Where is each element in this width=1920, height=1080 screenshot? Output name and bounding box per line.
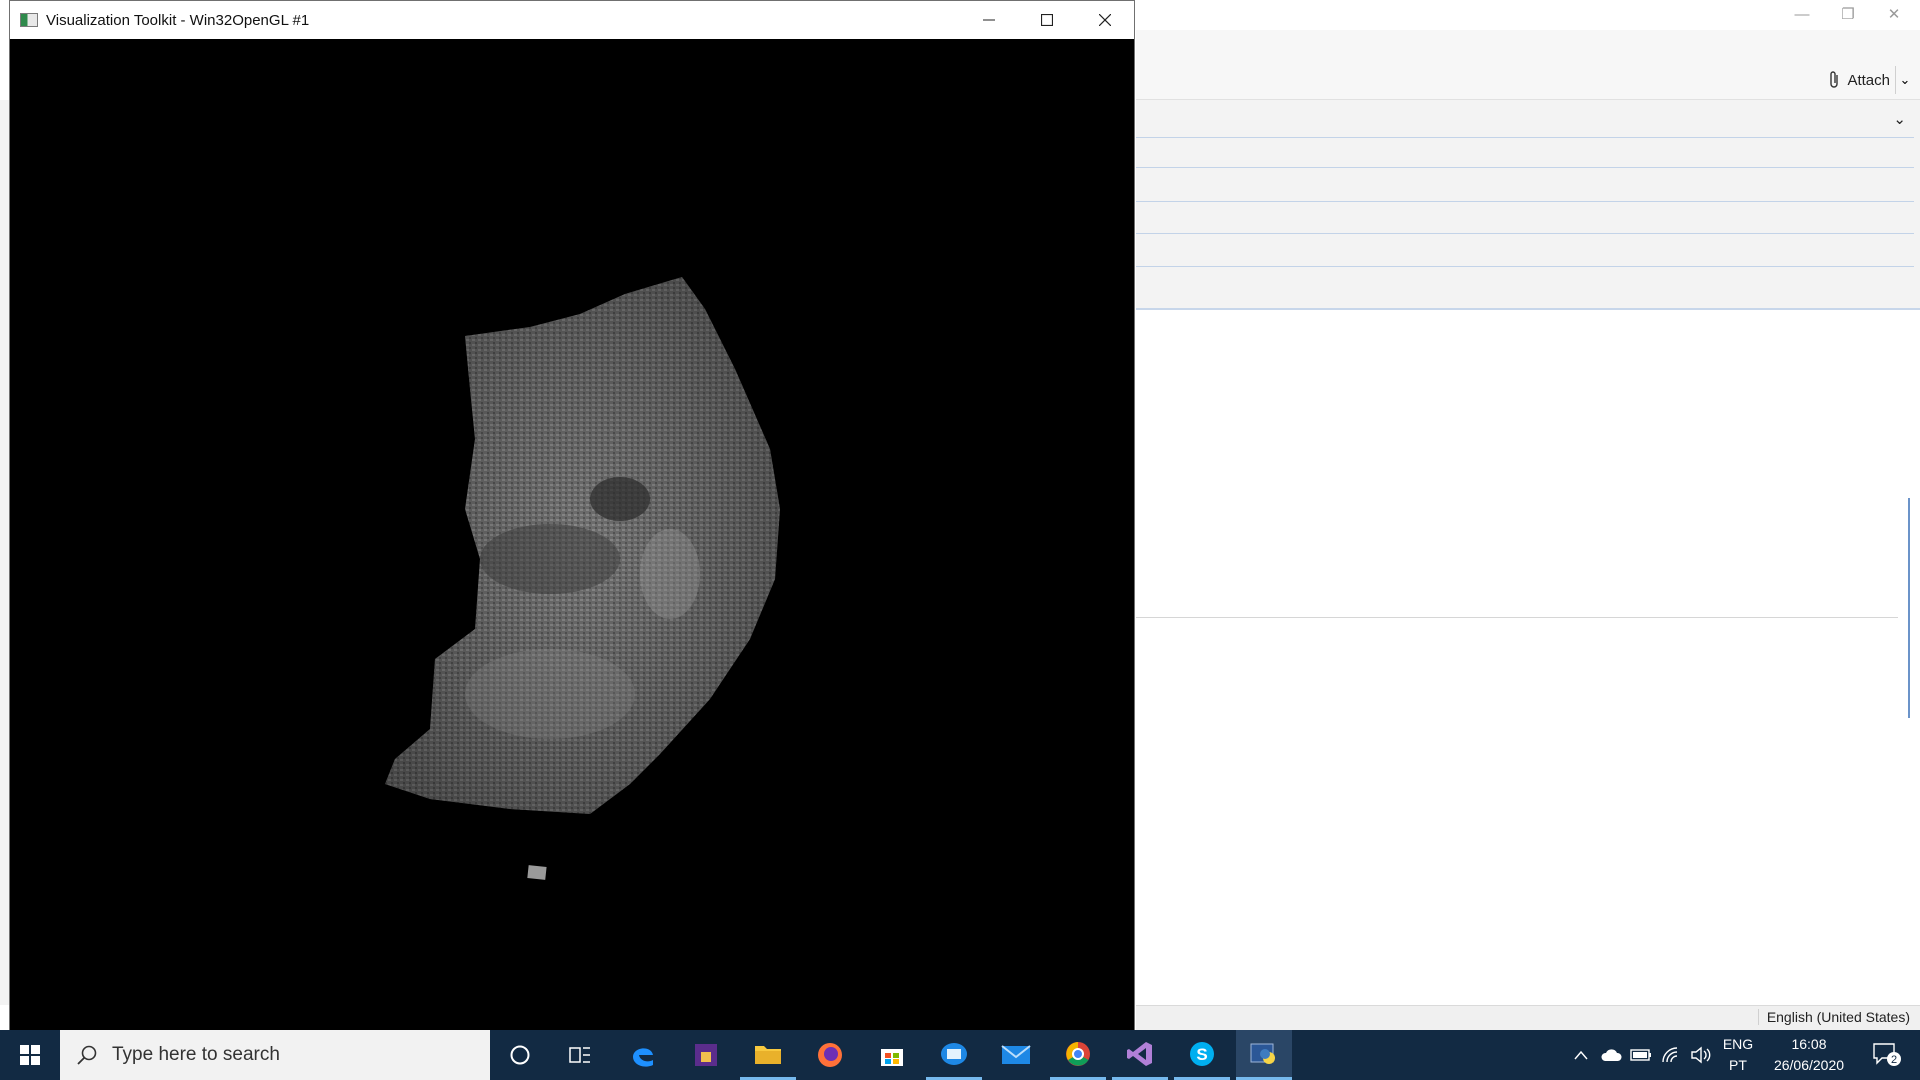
clock-date: 26/06/2020 [1773,1057,1845,1073]
network-tray[interactable] [1658,1030,1684,1080]
field-separator [1136,137,1914,138]
task-view-icon [569,1047,590,1063]
onedrive-tray[interactable] [1598,1030,1624,1080]
show-hidden-icons-button[interactable] [1568,1030,1594,1080]
svg-text:S: S [1196,1045,1207,1064]
python-app-icon [1250,1043,1275,1064]
cortana-button[interactable] [492,1030,548,1080]
taskbar-app-mail[interactable] [988,1030,1044,1080]
input-layout: PT [1729,1057,1747,1073]
taskbar: Type here to search S ENG PT 16:08 26/06… [0,1030,1920,1080]
mail-envelope-icon [1001,1045,1031,1064]
taskbar-app-edge[interactable] [615,1030,671,1080]
store-bag-icon [881,1049,903,1066]
app-purple-icon [695,1044,717,1066]
mesh-render [385,277,780,880]
visual-studio-icon [1127,1041,1152,1066]
field-separator [1136,201,1914,202]
message-body-divider [1136,617,1898,618]
notification-icon: 2 [1873,1043,1901,1066]
start-button[interactable] [0,1030,60,1080]
folder-icon [755,1045,781,1064]
small-mesh-fragment [527,865,547,880]
vtk-app-icon [20,13,38,27]
input-language: ENG [1722,1036,1754,1052]
taskbar-app-skype[interactable]: S [1174,1030,1230,1080]
search-icon [77,1045,97,1065]
language-status[interactable]: English (United States) [1757,1009,1910,1025]
field-separator [1136,266,1914,267]
close-button[interactable] [1076,1,1134,39]
maximize-icon [1041,14,1053,26]
message-header-fields: ⌄ [1136,100,1920,310]
window-title: Visualization Toolkit - Win32OpenGL #1 [46,11,310,29]
status-bar: English (United States) [1136,1005,1920,1031]
edge-browser-icon [633,1048,653,1067]
firefox-icon [818,1043,842,1067]
attach-button[interactable]: Attach [1827,66,1890,94]
cloud-icon [1601,1049,1622,1061]
chevron-up-icon [1574,1050,1588,1060]
render-viewport[interactable] [10,39,1134,1031]
taskbar-app-store[interactable] [864,1030,920,1080]
clock[interactable]: 16:08 26/06/2020 [1766,1034,1852,1076]
background-titlebar: — ❐ ✕ [1136,0,1920,30]
taskbar-app-chrome[interactable] [1050,1030,1106,1080]
vtk-titlebar[interactable]: Visualization Toolkit - Win32OpenGL #1 [10,1,1134,39]
cortana-circle-icon [510,1045,530,1065]
task-view-button[interactable] [552,1030,608,1080]
skype-icon: S [1190,1041,1214,1066]
vtk-render-window[interactable]: Visualization Toolkit - Win32OpenGL #1 [9,0,1135,1031]
attach-label: Attach [1847,71,1890,89]
volume-tray[interactable] [1688,1030,1714,1080]
bg-minimize-icon[interactable]: — [1782,4,1822,26]
chrome-icon [1066,1041,1090,1066]
taskbar-app-firefox[interactable] [802,1030,858,1080]
taskbar-app-file-explorer[interactable] [740,1030,796,1080]
field-separator [1136,167,1914,168]
taskbar-app-visual-studio[interactable] [1112,1030,1168,1080]
bg-restore-icon[interactable]: ❐ [1828,4,1868,26]
field-separator [1136,233,1914,234]
minimize-button[interactable] [960,1,1018,39]
notification-count: 2 [1891,1054,1897,1066]
clock-time: 16:08 [1791,1036,1827,1052]
taskbar-app-visual-studio-installer[interactable] [678,1030,734,1080]
outlook-icon [941,1042,967,1065]
bg-close-icon[interactable]: ✕ [1874,4,1914,26]
search-input[interactable]: Type here to search [60,1030,490,1080]
taskbar-app-python-vtk[interactable] [1236,1030,1292,1080]
search-placeholder: Type here to search [112,1044,280,1065]
minimize-icon [983,19,995,21]
windows-logo-icon [20,1045,40,1065]
taskbar-app-outlook[interactable] [926,1030,982,1080]
input-language-indicator[interactable]: ENG PT [1712,1034,1764,1076]
maximize-button[interactable] [1018,1,1076,39]
battery-tray[interactable] [1628,1030,1654,1080]
background-ribbon: Attach ⌄ [1136,30,1920,100]
attach-dropdown-chevron-icon[interactable]: ⌄ [1895,66,1914,94]
knee-mesh [385,277,780,814]
action-center-button[interactable]: 2 [1862,1030,1912,1080]
close-icon [1099,14,1111,26]
wifi-icon [1662,1047,1678,1063]
paperclip-icon [1830,71,1839,88]
speaker-icon [1691,1046,1711,1064]
scrollbar-thumb[interactable] [1908,498,1910,718]
chevron-down-icon[interactable]: ⌄ [1893,110,1906,128]
battery-icon [1630,1049,1651,1061]
